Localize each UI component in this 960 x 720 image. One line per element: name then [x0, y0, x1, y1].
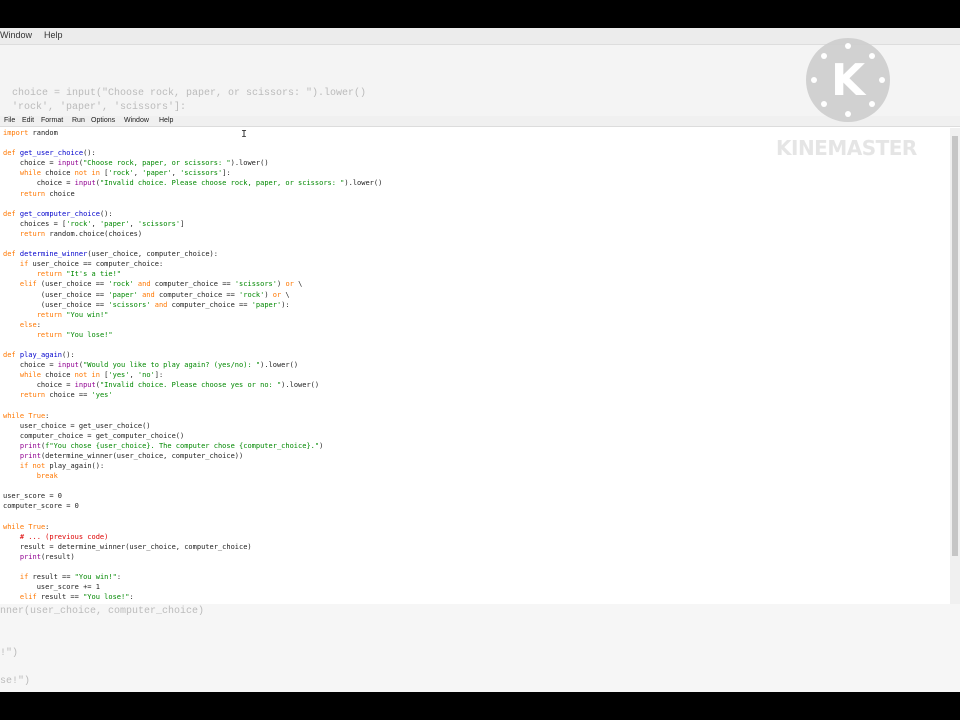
code-line: return "It's a tie!" — [36, 270, 122, 279]
code-line: return random.choice(choices) — [19, 229, 143, 238]
code-line: def get_user_choice(): — [3, 149, 96, 158]
scrollbar-thumb[interactable] — [952, 136, 958, 556]
code-line: choice = input("Invalid choice. Please c… — [3, 381, 320, 390]
kinemaster-watermark-text: KINEMASTER — [776, 136, 917, 160]
code-line: computer_score = 0 — [3, 502, 79, 511]
code-line: print(result) — [19, 552, 75, 561]
code-text-area[interactable]: import random def get_user_choice(): cho… — [3, 128, 382, 602]
logo-dot — [821, 101, 827, 107]
code-line: else: — [19, 320, 41, 329]
code-line: def get_computer_choice(): — [3, 209, 113, 218]
bg-ghost-line: choice = input("Choose rock, paper, or s… — [0, 88, 367, 99]
code-line: return choice — [19, 189, 75, 198]
menu-format[interactable]: Format — [41, 116, 63, 126]
kinemaster-logo: K — [806, 38, 890, 122]
bg-ghost-line: !") — [0, 648, 19, 659]
code-line: user_score = 0 — [3, 492, 63, 501]
code-line: computer_choice = get_computer_choice() — [3, 431, 185, 440]
code-line: if user_choice == computer_choice: — [19, 260, 164, 269]
bg-ghost-line: se!") — [0, 676, 31, 687]
background-menubar: Window Help — [0, 28, 960, 45]
code-line: # ... (previous code) — [19, 532, 109, 541]
code-line: choice = input("Would you like to play a… — [3, 361, 299, 370]
video-letterbox-top — [0, 0, 960, 28]
code-line: print(determine_winner(user_choice, comp… — [19, 452, 244, 460]
menu-window[interactable]: Window — [124, 116, 149, 126]
code-line: while choice not in ['yes', 'no']: — [19, 371, 164, 380]
code-line: def play_again(): — [3, 351, 75, 360]
editor-menubar: File Edit Format Run Options Window Help — [0, 116, 960, 127]
code-line: choices = ['rock', 'paper', 'scissors'] — [3, 219, 185, 228]
code-line: while True: — [3, 411, 50, 420]
logo-dot — [879, 77, 885, 83]
code-line: break — [36, 472, 58, 481]
code-line: user_score += 1 — [3, 583, 100, 592]
menu-run[interactable]: Run — [72, 116, 85, 126]
background-window-bottom: nner(user_choice, computer_choice) !") se!… — [0, 604, 960, 692]
code-line: while True: — [3, 522, 50, 531]
code-line: elif result == "You lose!": — [19, 593, 134, 602]
menu-file[interactable]: File — [4, 116, 15, 126]
kinemaster-logo-letter: K — [830, 54, 866, 106]
code-line: while choice not in ['rock', 'paper', 's… — [19, 169, 231, 178]
code-line: elif (user_choice == 'rock' and computer… — [19, 280, 303, 289]
logo-dot — [821, 53, 827, 59]
bg-ghost-line: 'rock', 'paper', 'scissors']: — [0, 102, 187, 113]
bg-menu-help[interactable]: Help — [44, 30, 63, 40]
bg-ghost-line: nner(user_choice, computer_choice) — [0, 606, 205, 617]
idle-editor-window: File Edit Format Run Options Window Help… — [0, 116, 960, 604]
logo-dot — [811, 77, 817, 83]
code-line: choice = input("Invalid choice. Please c… — [3, 179, 383, 188]
code-line: (user_choice == 'scissors' and computer_… — [3, 300, 290, 309]
code-line: return "You lose!" — [36, 330, 113, 339]
code-line: choice = input("Choose rock, paper, or s… — [3, 159, 269, 168]
logo-dot — [845, 111, 851, 117]
menu-edit[interactable]: Edit — [22, 116, 34, 126]
logo-dot — [845, 43, 851, 49]
code-line: return choice == 'yes' — [19, 391, 113, 400]
vertical-scrollbar[interactable] — [950, 128, 960, 604]
logo-dot — [869, 53, 875, 59]
video-letterbox-bottom — [0, 692, 960, 720]
bg-menu-window[interactable]: Window — [0, 30, 32, 40]
code-line: if not play_again(): — [19, 462, 105, 471]
logo-dot — [869, 101, 875, 107]
code-line: user_choice = get_user_choice() — [3, 421, 151, 430]
text-cursor-icon: I — [241, 129, 248, 140]
code-line: if result == "You win!": — [19, 573, 122, 582]
code-line: result = determine_winner(user_choice, c… — [3, 542, 252, 551]
code-line: def determine_winner(user_choice, comput… — [3, 250, 218, 259]
code-line: return "You win!" — [36, 310, 109, 319]
menu-help[interactable]: Help — [159, 116, 173, 126]
code-line: print(f"You chose {user_choice}. The com… — [19, 441, 324, 450]
menu-options[interactable]: Options — [91, 116, 115, 126]
code-line: (user_choice == 'paper' and computer_cho… — [3, 290, 290, 299]
code-line: import random — [3, 129, 58, 137]
